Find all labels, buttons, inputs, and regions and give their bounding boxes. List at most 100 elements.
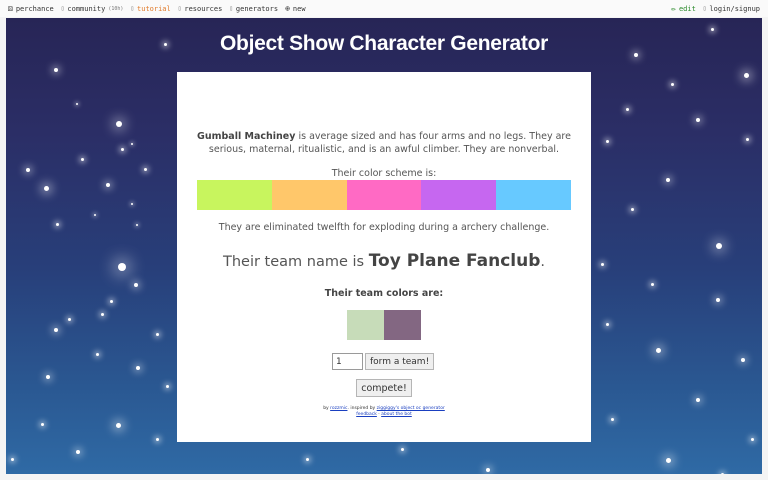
star [166, 385, 169, 388]
plus-circle-icon: ⊕ [285, 4, 290, 13]
nav-new-label: new [292, 4, 306, 13]
nav-community-label: community [67, 4, 106, 13]
star [136, 224, 138, 226]
nav-new[interactable]: ⊕ new [285, 4, 305, 13]
team-name: Toy Plane Fanclub [368, 251, 541, 271]
nav-generators-label: generators [235, 4, 279, 13]
starry-background: Object Show Character Generator Gumball … [6, 18, 762, 474]
star [121, 148, 124, 151]
star [716, 243, 722, 249]
star [56, 223, 59, 226]
user-icon: ▯ [702, 5, 707, 12]
star [486, 468, 490, 472]
star [721, 473, 724, 474]
star [144, 168, 147, 171]
dice-icon: ⚄ [8, 4, 13, 13]
star [46, 375, 50, 379]
star [666, 458, 671, 463]
team-color-swatch [347, 310, 384, 340]
color-scheme-label: Their color scheme is: [331, 168, 437, 179]
star [741, 358, 745, 362]
credits: by rozzmic. inspired by ziggiggy's objec… [177, 406, 591, 418]
character-description: Gumball Machiney is average sized and ha… [197, 130, 571, 156]
character-name: Gumball Machiney [197, 131, 296, 142]
top-nav-bar: ⚄ perchance ▯ community (10h) ▯ tutorial… [0, 0, 768, 17]
nav-tutorial[interactable]: ▯ tutorial [130, 5, 170, 13]
star [76, 450, 80, 454]
star [134, 283, 138, 287]
star [96, 353, 99, 356]
star [666, 178, 670, 182]
feedback-link[interactable]: feedback [356, 412, 377, 417]
star [306, 458, 309, 461]
star [744, 73, 749, 78]
star [116, 423, 121, 428]
compete-row: compete! [177, 379, 591, 397]
star [611, 418, 614, 421]
star [11, 458, 14, 461]
nav-resources-label: resources [184, 4, 223, 13]
author-link[interactable]: rozzmic [330, 406, 347, 411]
inspiration-link[interactable]: ziggiggy's object oc generator [377, 406, 445, 411]
star [716, 298, 720, 302]
star [131, 143, 133, 145]
star [601, 263, 604, 266]
star [106, 183, 110, 187]
star [68, 318, 71, 321]
form-team-button[interactable]: form a team! [365, 353, 435, 370]
nav-edit[interactable]: ✏ edit [671, 4, 696, 13]
team-colors-label: Their team colors are: [324, 288, 444, 299]
team-color-swatches [347, 310, 421, 340]
star [696, 118, 700, 122]
star [631, 208, 634, 211]
generators-icon: ▯ [229, 5, 233, 12]
color-swatch [496, 180, 571, 210]
page-title: Object Show Character Generator [220, 32, 548, 55]
nav-perchance[interactable]: ⚄ perchance [8, 4, 54, 13]
star [116, 121, 122, 127]
star [94, 214, 96, 216]
star [81, 158, 84, 161]
nav-edit-label: edit [678, 4, 696, 13]
team-quantity-input[interactable] [332, 353, 363, 370]
nav-login[interactable]: ▯ login/signup [703, 5, 760, 13]
star [751, 438, 754, 441]
color-swatch [421, 180, 497, 210]
star [156, 438, 159, 441]
star [41, 423, 44, 426]
star [626, 108, 629, 111]
star [54, 328, 58, 332]
team-name-line: Their team name is Toy Plane Fanclub. [177, 251, 591, 271]
star [118, 263, 126, 271]
about-bot-link[interactable]: about the bot [381, 412, 412, 417]
compete-button[interactable]: compete! [356, 379, 412, 397]
star [696, 398, 700, 402]
community-icon: ▯ [60, 5, 65, 12]
resources-icon: ▯ [177, 5, 182, 12]
star [76, 103, 78, 105]
color-swatch [197, 180, 272, 210]
star [131, 203, 133, 205]
nav-community-count: (10h) [108, 5, 124, 12]
star [651, 283, 654, 286]
star [26, 168, 30, 172]
nav-perchance-label: perchance [15, 4, 54, 13]
nav-community[interactable]: ▯ community (10h) [61, 5, 124, 13]
nav-login-label: login/signup [709, 4, 760, 13]
nav-generators[interactable]: ▯ generators [229, 5, 278, 13]
nav-resources[interactable]: ▯ resources [178, 5, 223, 13]
star [606, 323, 609, 326]
team-name-suffix: . [540, 254, 546, 270]
star [44, 186, 49, 191]
color-swatch [346, 180, 422, 210]
star [746, 138, 749, 141]
star [110, 300, 113, 303]
nav-left: ⚄ perchance ▯ community (10h) ▯ tutorial… [0, 4, 313, 13]
star [671, 83, 674, 86]
team-form-row: form a team! [332, 353, 435, 370]
team-color-swatch [384, 310, 421, 340]
color-swatch [271, 180, 347, 210]
credits-line-2: feedback · about the bot [177, 412, 591, 418]
credits-inspired: . inspired by [347, 406, 377, 411]
pencil-icon: ✏ [671, 4, 676, 13]
